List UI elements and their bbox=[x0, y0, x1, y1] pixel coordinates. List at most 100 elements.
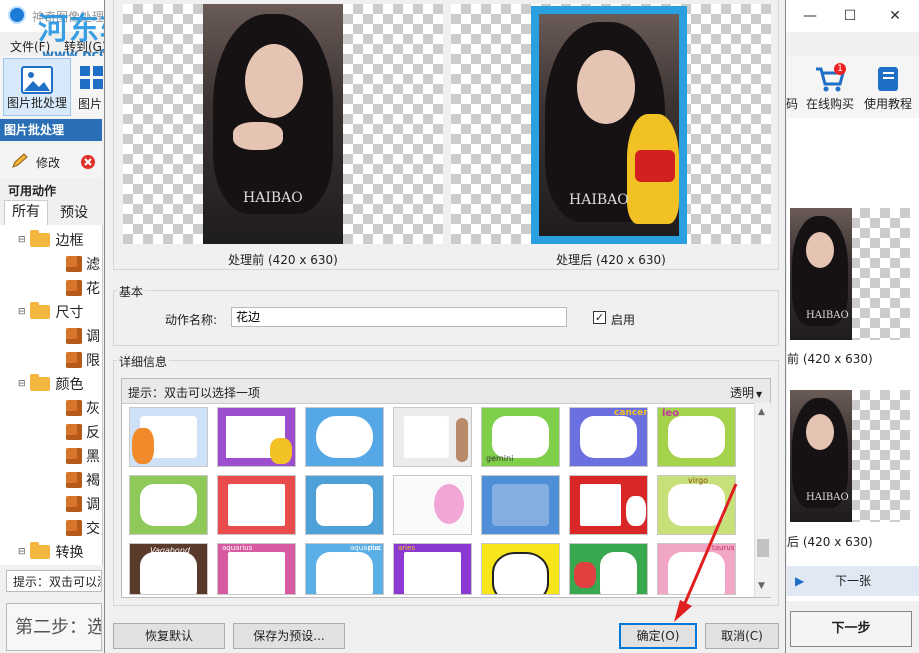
frame-thumb-text: pisc bbox=[368, 544, 382, 552]
tree-folder-size[interactable]: ⊟ 尺寸 bbox=[18, 300, 84, 324]
action-cube-icon bbox=[66, 424, 82, 440]
frame-thumb[interactable] bbox=[305, 475, 384, 535]
next-image-button[interactable]: ▶ 下一张 bbox=[787, 566, 919, 596]
preview-after: HAIBAO bbox=[451, 4, 771, 244]
toolbar-batch-label: 图片批处理 bbox=[6, 96, 67, 110]
tree-folder-convert[interactable]: ⊟ 转换 bbox=[18, 540, 84, 564]
action-name-label: 动作名称: bbox=[165, 313, 218, 327]
tree-item[interactable]: 褐 bbox=[66, 468, 100, 492]
tree-item[interactable]: 调 bbox=[66, 492, 100, 516]
frame-thumb[interactable]: cancer bbox=[569, 407, 648, 467]
tree-label: 限 bbox=[86, 353, 100, 369]
right-caption-before: 前 (420 x 630) bbox=[787, 352, 873, 366]
frame-thumb-text: Vagabond bbox=[150, 546, 190, 555]
tree-label: 交 bbox=[86, 521, 100, 537]
tree-label: 黑 bbox=[86, 449, 100, 465]
scroll-up-icon[interactable]: ▲ bbox=[758, 407, 765, 417]
menu-file[interactable]: 文件(F) bbox=[10, 38, 50, 55]
tree-label: 滤 bbox=[86, 257, 100, 273]
frame-thumb[interactable]: gemini bbox=[481, 407, 560, 467]
after-photo: HAIBAO bbox=[531, 6, 687, 244]
border-action-dialog: HAIBAO 处理前 (420 x 630) HAIBAO 处理后 (420 x… bbox=[104, 0, 786, 653]
enable-checkbox[interactable]: ✓ bbox=[593, 311, 606, 324]
scroll-thumb[interactable] bbox=[757, 539, 769, 557]
tree-item[interactable]: 滤 bbox=[66, 252, 100, 276]
tree-label: 调 bbox=[86, 497, 100, 513]
next-step-button[interactable]: 下一步 bbox=[790, 611, 912, 647]
frame-thumb[interactable]: virgo bbox=[657, 475, 736, 535]
frame-thumb[interactable] bbox=[569, 543, 648, 595]
frame-thumb[interactable]: leo bbox=[657, 407, 736, 467]
image-icon bbox=[21, 66, 53, 94]
tree-folder-border[interactable]: ⊟ 边框 bbox=[18, 228, 84, 252]
toolbar-batch-button[interactable]: 图片批处理 bbox=[3, 58, 71, 116]
frame-thumb[interactable]: aries bbox=[393, 543, 472, 595]
frame-thumb[interactable] bbox=[481, 475, 560, 535]
frame-thumb[interactable]: aquarius pisc bbox=[305, 543, 384, 595]
cancel-button[interactable]: 取消(C) bbox=[705, 623, 779, 649]
book-icon bbox=[878, 67, 898, 91]
pencil-icon bbox=[12, 153, 28, 168]
tree-label: 调 bbox=[86, 329, 100, 345]
tree-label: 反 bbox=[86, 425, 100, 441]
frame-thumb[interactable] bbox=[481, 543, 560, 595]
basic-group-title: 基本 bbox=[117, 283, 146, 300]
folder-icon bbox=[29, 542, 50, 559]
tab-all[interactable]: 所有 bbox=[4, 200, 48, 225]
image-thumb-after[interactable]: HAIBAO bbox=[790, 390, 910, 522]
toolbar-buy-button[interactable]: 1 在线购买 bbox=[800, 58, 860, 116]
frame-thumb[interactable] bbox=[569, 475, 648, 535]
image-thumb-before[interactable]: HAIBAO bbox=[790, 208, 910, 340]
frame-thumb[interactable] bbox=[393, 407, 472, 467]
toolbar-tutorial-button[interactable]: 使用教程 bbox=[860, 58, 916, 116]
tree-item[interactable]: 交 bbox=[66, 516, 100, 540]
transparency-dropdown[interactable]: 透明 ▼ bbox=[730, 384, 762, 401]
tree-item[interactable]: 灰 bbox=[66, 396, 100, 420]
tree-label: 褐 bbox=[86, 473, 100, 489]
photo-watermark: HAIBAO bbox=[806, 492, 849, 503]
frame-gallery: 提示：双击可以选择一项 透明 ▼ gemini cancer leo virgo … bbox=[121, 378, 771, 598]
save-preset-button[interactable]: 保存为预设... bbox=[233, 623, 345, 649]
maximize-button[interactable]: ☐ bbox=[827, 0, 873, 32]
restore-default-button[interactable]: 恢复默认 bbox=[113, 623, 225, 649]
tree-label: 灰 bbox=[86, 401, 100, 417]
close-button[interactable]: ✕ bbox=[872, 0, 918, 32]
folder-icon bbox=[29, 230, 50, 247]
ok-button[interactable]: 确定(O) bbox=[619, 623, 697, 649]
frame-thumb[interactable] bbox=[129, 407, 208, 467]
frame-thumb[interactable]: Vagabond bbox=[129, 543, 208, 595]
scroll-down-icon[interactable]: ▼ bbox=[758, 581, 765, 591]
tree-item[interactable]: 黑 bbox=[66, 444, 100, 468]
tree-item[interactable]: 调 bbox=[66, 324, 100, 348]
frame-thumb[interactable]: taurus bbox=[657, 543, 736, 595]
menu-goto[interactable]: 转到(G) bbox=[64, 38, 107, 55]
cart-badge: 1 bbox=[834, 63, 846, 75]
tree-item[interactable]: 花 bbox=[66, 276, 100, 300]
frame-thumb[interactable]: aquarius bbox=[217, 543, 296, 595]
action-cube-icon bbox=[66, 280, 82, 296]
tab-preset[interactable]: 预设 bbox=[52, 202, 96, 224]
tree-folder-color[interactable]: ⊟ 颜色 bbox=[18, 372, 84, 396]
play-icon: ▶ bbox=[795, 574, 805, 588]
frame-thumb[interactable] bbox=[129, 475, 208, 535]
tree-item[interactable]: 限 bbox=[66, 348, 100, 372]
frame-thumb[interactable] bbox=[217, 475, 296, 535]
edit-button[interactable]: 修改 bbox=[36, 154, 60, 171]
frame-thumb[interactable] bbox=[305, 407, 384, 467]
photo-watermark: HAIBAO bbox=[806, 310, 849, 321]
preview-before: HAIBAO bbox=[123, 4, 443, 244]
action-cube-icon bbox=[66, 256, 82, 272]
action-name-input[interactable] bbox=[231, 307, 567, 327]
transparency-value: 透明 bbox=[730, 386, 755, 400]
tree-label: 颜色 bbox=[55, 377, 84, 393]
frame-thumb[interactable] bbox=[217, 407, 296, 467]
gallery-scrollbar[interactable]: ▲ ▼ bbox=[754, 403, 771, 597]
tree-label: 转换 bbox=[55, 545, 84, 561]
frame-thumb[interactable] bbox=[393, 475, 472, 535]
delete-icon[interactable] bbox=[80, 154, 96, 170]
frame-thumb-text: leo bbox=[662, 408, 680, 419]
tree-item[interactable]: 反 bbox=[66, 420, 100, 444]
next-image-label: 下一张 bbox=[834, 574, 871, 588]
toolbar-qr-button[interactable]: 码 bbox=[786, 58, 800, 116]
toolbar-second-button[interactable]: 图片 bbox=[72, 58, 104, 116]
